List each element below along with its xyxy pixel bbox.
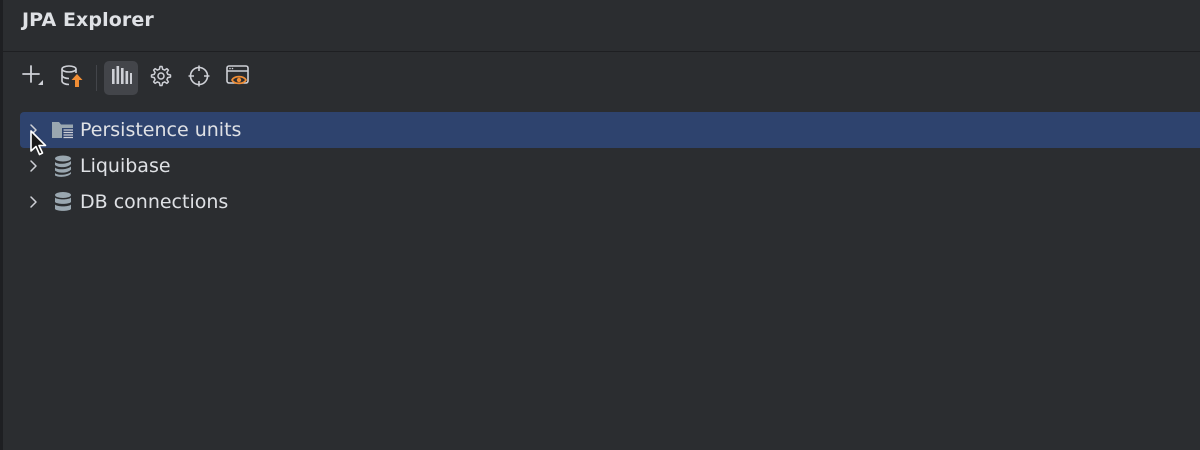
tree-item-label: Persistence units bbox=[80, 119, 242, 141]
liquibase-icon bbox=[51, 154, 75, 178]
database-update-icon bbox=[58, 62, 86, 94]
tree-item-label: Liquibase bbox=[80, 155, 171, 177]
tree-item-db-connections[interactable]: DB connections bbox=[20, 184, 1200, 220]
plus-with-dropdown-icon bbox=[19, 62, 47, 94]
preview-button[interactable] bbox=[221, 61, 255, 95]
update-database-button[interactable] bbox=[55, 61, 89, 95]
panel-left-border bbox=[0, 0, 3, 450]
toolbar bbox=[16, 61, 260, 95]
panel-header: JPA Explorer bbox=[3, 0, 1200, 52]
jpa-explorer-panel: JPA Explorer Persistence units Liquibase… bbox=[0, 0, 1200, 450]
settings-button[interactable] bbox=[143, 61, 177, 95]
bar-chart-icon bbox=[108, 63, 134, 93]
tree-item-liquibase[interactable]: Liquibase bbox=[20, 148, 1200, 184]
crosshair-icon bbox=[186, 63, 212, 93]
database-icon bbox=[51, 190, 75, 214]
explorer-tree: Persistence units Liquibase DB connectio… bbox=[20, 112, 1200, 220]
mouse-pointer-icon bbox=[28, 128, 50, 158]
gear-icon bbox=[147, 63, 173, 93]
eye-preview-icon bbox=[224, 62, 252, 94]
persistence-folder-icon bbox=[51, 118, 75, 142]
expand-chevron-icon[interactable] bbox=[21, 184, 45, 220]
add-button[interactable] bbox=[16, 61, 50, 95]
panel-title: JPA Explorer bbox=[22, 9, 154, 31]
toolbar-separator bbox=[96, 65, 97, 91]
show-statistics-button[interactable] bbox=[104, 61, 138, 95]
tree-item-persistence-units[interactable]: Persistence units bbox=[20, 112, 1200, 148]
tree-item-label: DB connections bbox=[80, 191, 229, 213]
locate-button[interactable] bbox=[182, 61, 216, 95]
